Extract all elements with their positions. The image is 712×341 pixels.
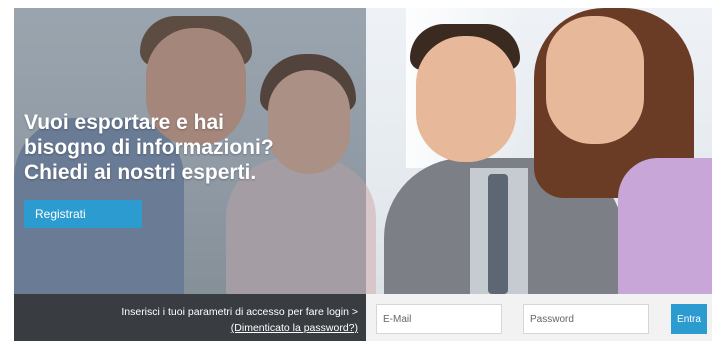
login-instructions: Inserisci i tuoi parametri di accesso pe… — [121, 306, 358, 318]
person-woman-right-face — [546, 16, 644, 144]
login-hero-banner: Vuoi esportare e hai bisogno di informaz… — [0, 0, 712, 341]
login-message-panel: Inserisci i tuoi parametri di accesso pe… — [14, 294, 366, 341]
forgot-password-link[interactable]: (Dimenticato la password?) — [231, 322, 358, 334]
password-field[interactable] — [523, 304, 649, 334]
register-button[interactable]: Registrati — [24, 200, 142, 228]
headline-line-2: bisogno di informazioni? — [24, 136, 274, 159]
email-field[interactable] — [376, 304, 502, 334]
login-bar: Inserisci i tuoi parametri di accesso pe… — [14, 294, 712, 341]
person-man-right-face — [416, 36, 516, 162]
headline-line-3: Chiedi ai nostri esperti. — [24, 161, 257, 184]
person-man-right-tie — [488, 174, 508, 294]
login-message-block: Inserisci i tuoi parametri di accesso pe… — [121, 304, 358, 336]
hero-headline: Vuoi esportare e hai bisogno di informaz… — [24, 110, 344, 185]
person-woman-right-shirt — [618, 158, 712, 294]
login-submit-button[interactable]: Entra — [671, 304, 707, 334]
headline-line-1: Vuoi esportare e hai — [24, 111, 224, 134]
